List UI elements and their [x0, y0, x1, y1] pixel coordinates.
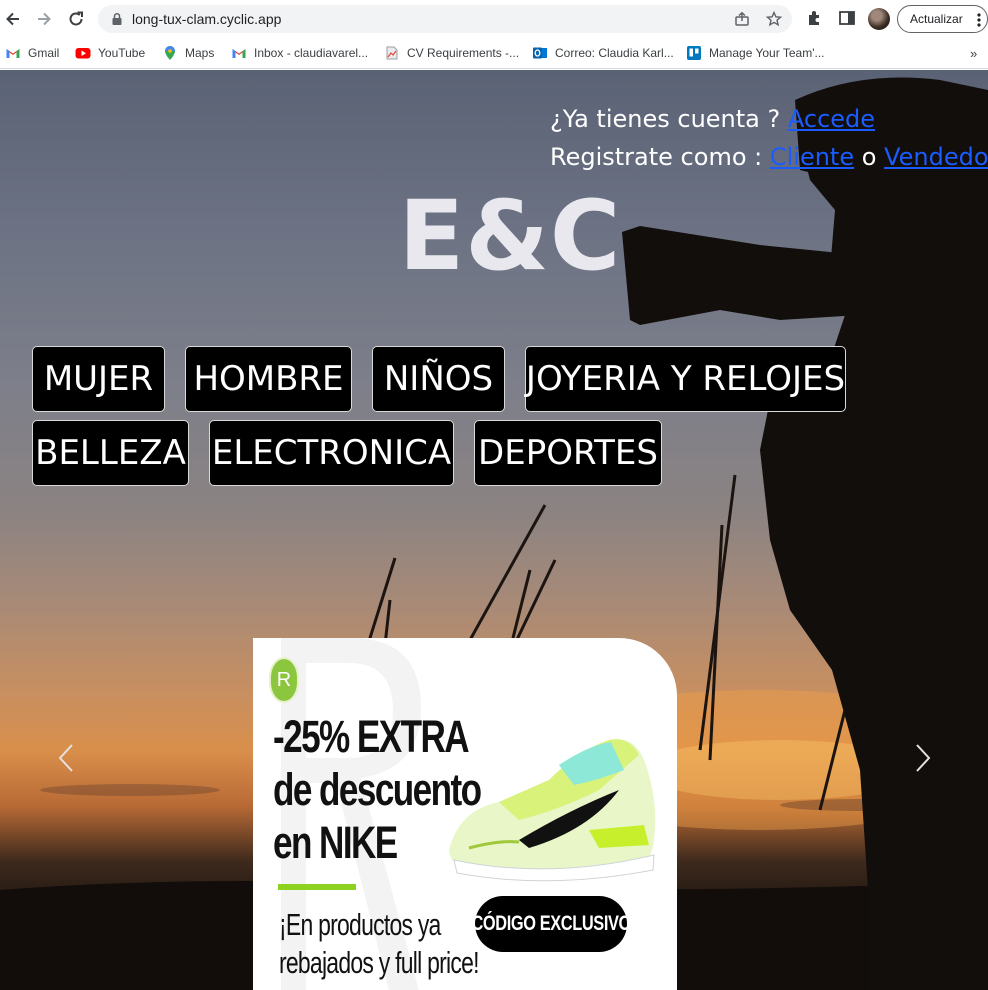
login-line: ¿Ya tienes cuenta ? Accede [550, 100, 988, 138]
or-text: o [861, 143, 877, 171]
update-label: Actualizar [910, 12, 963, 26]
bookmark-label: Inbox - claudiavarel... [254, 46, 369, 60]
reload-button[interactable] [65, 8, 87, 30]
brand-logo: E&C [398, 180, 622, 292]
category-joyeria-relojes[interactable]: JOYERIA Y RELOJES [525, 346, 846, 412]
register-line: Registrate como : Cliente o Vendedor [550, 138, 988, 176]
account-links: ¿Ya tienes cuenta ? Accede Registrate co… [550, 100, 988, 176]
bookmark-cv-requirements[interactable]: CV Requirements -... [384, 43, 519, 63]
subtext-line: ¡En productos ya [279, 907, 441, 942]
youtube-icon [75, 48, 91, 59]
bookmark-trello[interactable]: Manage Your Team'... [686, 43, 824, 63]
seller-register-link[interactable]: Vendedor [884, 143, 988, 171]
more-bookmarks-button[interactable]: » [970, 46, 977, 61]
promo-divider [278, 884, 356, 890]
chevron-left-icon[interactable] [54, 742, 78, 774]
carousel-slide-nike-promo[interactable]: R -25% EXTRA de descuento en NIKE ¡En pr… [253, 638, 677, 990]
browser-toolbar: long-tux-clam.cyclic.app Actualizar [0, 0, 988, 38]
subtext-line: rebajados y full price! [279, 945, 479, 980]
chevron-right-icon[interactable] [911, 742, 935, 774]
bookmark-inbox[interactable]: Inbox - claudiavarel... [231, 43, 368, 63]
register-prompt: Registrate como : [550, 143, 763, 171]
page-viewport: ¿Ya tienes cuenta ? Accede Registrate co… [0, 70, 988, 990]
bookmarks-bar: Gmail YouTube Maps Inbox - claudiavarel.… [0, 38, 988, 69]
side-panel-icon[interactable] [838, 9, 856, 27]
bookmark-maps[interactable]: Maps [162, 43, 214, 63]
forward-button[interactable] [33, 8, 55, 30]
trello-icon [687, 46, 701, 60]
document-icon [386, 46, 398, 60]
outlook-icon [533, 47, 547, 59]
promo-subtext: ¡En productos ya rebajados y full price! [279, 906, 479, 982]
bookmark-label: Gmail [28, 46, 60, 60]
arrow-left-icon [6, 12, 19, 26]
client-register-link[interactable]: Cliente [770, 143, 854, 171]
gmail-icon [232, 49, 246, 58]
reload-icon [69, 11, 83, 26]
bookmark-youtube[interactable]: YouTube [75, 43, 145, 63]
bookmark-label: Manage Your Team'... [709, 46, 825, 60]
gmail-icon [6, 49, 20, 58]
lock-icon [112, 12, 122, 25]
category-electronica[interactable]: ELECTRONICA [209, 420, 454, 486]
bookmark-label: Correo: Claudia Karl... [555, 46, 674, 60]
maps-icon [165, 46, 175, 60]
exclusive-code-label: CÓDIGO EXCLUSIVO [471, 912, 631, 935]
category-ninos[interactable]: NIÑOS [372, 346, 505, 412]
bookmark-label: YouTube [98, 46, 146, 60]
bookmark-label: Maps [185, 46, 215, 60]
arrow-right-icon [38, 12, 51, 26]
account-prompt: ¿Ya tienes cuenta ? [550, 105, 781, 133]
address-bar[interactable]: long-tux-clam.cyclic.app [98, 5, 792, 33]
bookmark-label: CV Requirements -... [407, 46, 520, 60]
url-text: long-tux-clam.cyclic.app [132, 11, 282, 27]
login-link[interactable]: Accede [788, 105, 875, 133]
bookmark-gmail[interactable]: Gmail [5, 43, 59, 63]
category-deportes[interactable]: DEPORTES [474, 420, 662, 486]
exclusive-code-button[interactable]: CÓDIGO EXCLUSIVO [471, 896, 631, 952]
star-icon[interactable] [766, 11, 782, 27]
back-button[interactable] [2, 8, 24, 30]
profile-avatar[interactable] [868, 8, 890, 30]
category-hombre[interactable]: HOMBRE [185, 346, 352, 412]
bookmark-correo[interactable]: Correo: Claudia Karl... [532, 43, 674, 63]
sneaker-image [449, 739, 656, 882]
share-icon[interactable] [734, 11, 750, 27]
extensions-icon[interactable] [806, 9, 824, 27]
more-vert-icon [977, 13, 981, 27]
category-mujer[interactable]: MUJER [32, 346, 165, 412]
update-button[interactable]: Actualizar [897, 5, 988, 33]
brand-badge: R [269, 657, 299, 703]
category-belleza[interactable]: BELLEZA [32, 420, 189, 486]
